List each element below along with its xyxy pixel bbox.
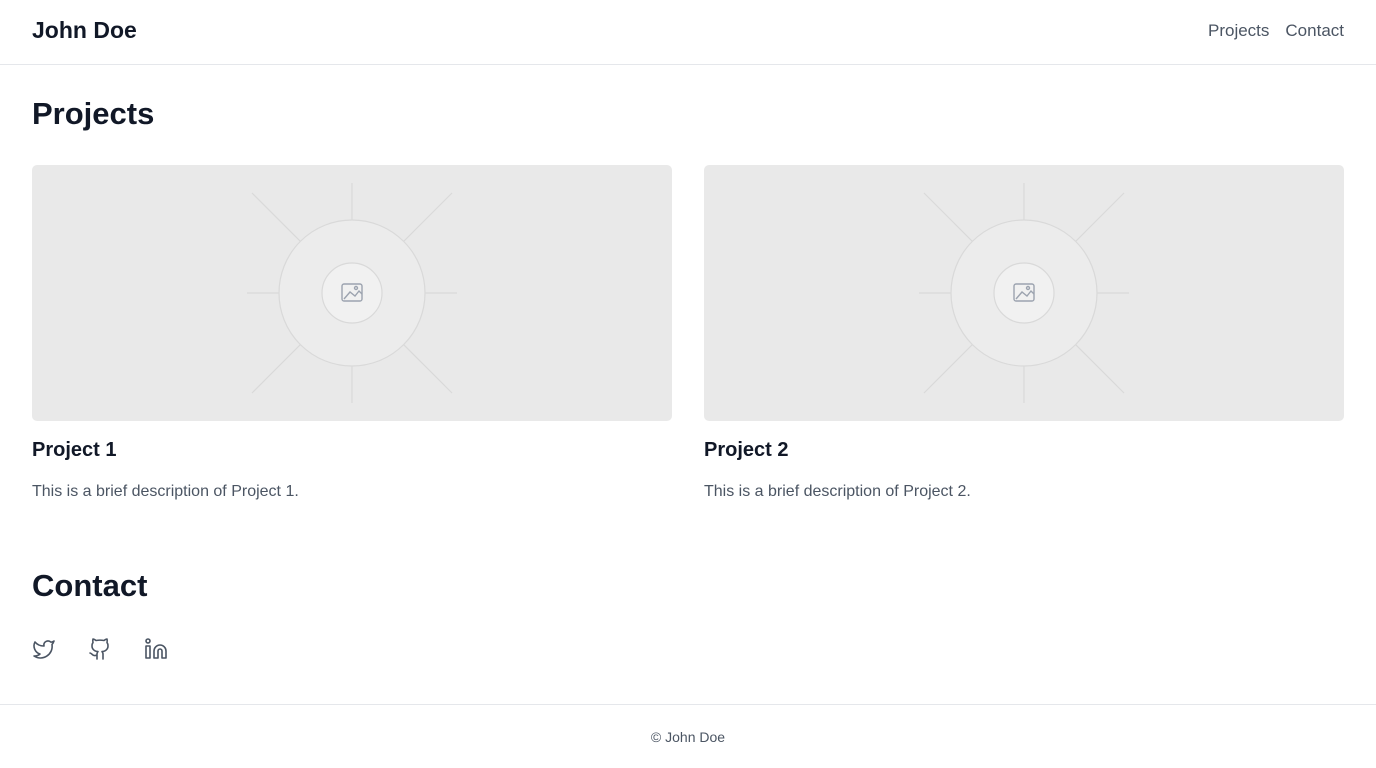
linkedin-link[interactable] [144, 636, 168, 662]
image-placeholder-icon [919, 183, 1129, 403]
site-footer: © John Doe [0, 704, 1376, 768]
twitter-link[interactable] [32, 636, 56, 662]
copyright-text: © John Doe [650, 729, 726, 745]
nav-link-contact[interactable]: Contact [1285, 21, 1344, 41]
github-icon [89, 638, 109, 660]
contact-heading: Contact [32, 568, 148, 603]
project-title[interactable]: Project 1 [32, 439, 116, 462]
site-brand[interactable]: John Doe [32, 17, 137, 44]
project-description: This is a brief description of Project 1… [32, 483, 299, 500]
project-title[interactable]: Project 2 [704, 439, 788, 462]
social-links [32, 636, 168, 662]
project-description: This is a brief description of Project 2… [704, 483, 971, 500]
project-image-placeholder [704, 165, 1344, 421]
project-image-placeholder [32, 165, 672, 421]
project-card[interactable]: Project 2 This is a brief description of… [704, 165, 1344, 500]
projects-heading: Projects [32, 96, 155, 131]
project-card[interactable]: Project 1 This is a brief description of… [32, 165, 672, 500]
site-header: John Doe Projects Contact [0, 0, 1376, 65]
github-link[interactable] [88, 636, 112, 662]
image-placeholder-icon [247, 183, 457, 403]
main-nav: Projects Contact [1208, 21, 1344, 41]
nav-link-projects[interactable]: Projects [1208, 21, 1269, 41]
twitter-icon [33, 640, 55, 659]
linkedin-icon [145, 638, 167, 659]
